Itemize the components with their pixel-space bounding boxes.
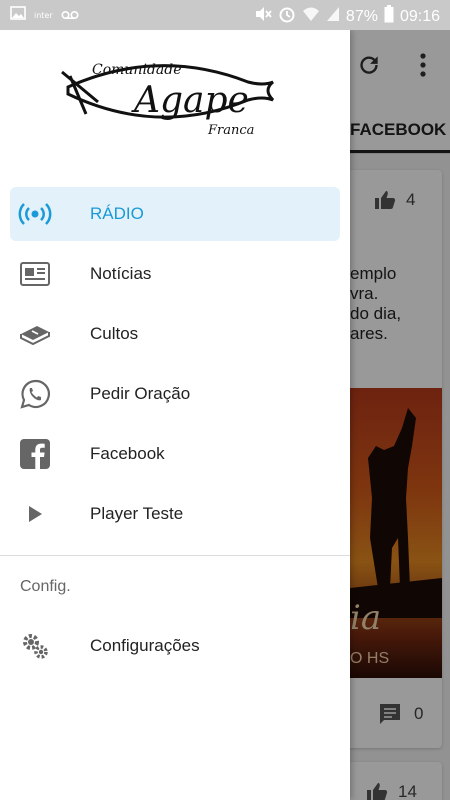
nav-label-cultos: Cultos [90,324,139,343]
nav-label-radio: RÁDIO [90,204,144,223]
nav-label-pedir-oracao: Pedir Oração [90,384,191,403]
nav-item-configuracoes[interactable]: Configurações [10,619,340,673]
wifi-icon [302,6,320,27]
nav-label-facebook: Facebook [90,444,165,463]
carrier-label: inter [34,11,53,20]
nav-item-cultos[interactable]: Cultos [10,307,340,361]
nav-item-player-teste[interactable]: Player Teste [10,487,340,541]
svg-text:Agape: Agape [131,80,249,121]
battery-percent: 87% [345,7,378,25]
signal-icon [326,6,340,27]
whatsapp-icon [18,377,52,411]
voicemail-icon [61,7,79,25]
battery-icon [384,5,394,28]
nav-item-radio[interactable]: RÁDIO [10,187,340,241]
section-title-config: Config. [20,578,71,595]
nav-item-noticias[interactable]: Notícias [10,247,340,301]
svg-text:Franca: Franca [207,123,254,138]
play-icon [18,497,52,531]
newspaper-icon [18,257,52,291]
book-icon [18,317,52,351]
radio-broadcast-icon [18,197,52,231]
nav-item-facebook[interactable]: Facebook [10,427,340,481]
nav-label-player-teste: Player Teste [90,504,184,523]
nav-label-noticias: Notícias [90,264,152,283]
mute-icon [254,5,272,28]
gears-icon [18,629,52,663]
image-icon [10,6,26,25]
facebook-icon [18,437,52,471]
status-bar-left: inter [10,6,79,25]
status-bar-right: 87% 09:16 [254,5,440,28]
svg-text:Comunidade: Comunidade [92,62,181,78]
alarm-icon [278,5,296,28]
nav-label-configuracoes: Configurações [90,636,200,655]
nav-item-pedir-oracao[interactable]: Pedir Oração [10,367,340,421]
status-bar: inter 87% 09:16 [0,0,450,30]
drawer-divider [0,555,350,556]
clock: 09:16 [399,7,440,25]
app-logo: Comunidade Agape Franca [58,42,278,142]
navigation-drawer: Comunidade Agape Franca RÁDIO Notícias C… [0,30,350,800]
